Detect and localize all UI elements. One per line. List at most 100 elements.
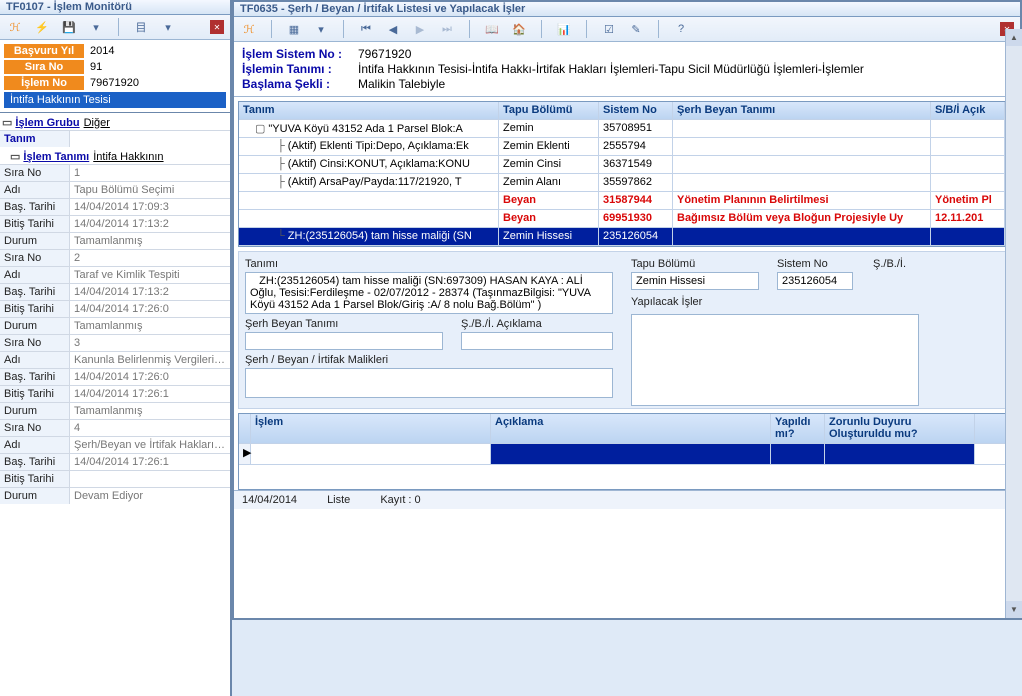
save-icon[interactable]: 💾 <box>60 18 78 36</box>
bottom-grid[interactable]: İşlem Açıklama Yapıldı mı? Zorunlu Duyur… <box>238 413 1016 490</box>
chart-icon[interactable]: 📊 <box>555 20 573 38</box>
left-field-key: Adı <box>0 352 70 368</box>
left-field-row: Sıra No3 <box>0 334 230 351</box>
left-field-row: Baş. Tarihi14/04/2014 17:26:1 <box>0 453 230 470</box>
dropdown-icon[interactable]: ▾ <box>87 18 105 36</box>
sbiac-field[interactable] <box>461 332 613 350</box>
table-row[interactable]: Beyan31587944Yönetim Planının Belirtilme… <box>239 192 1015 210</box>
left-toolbar: ℋ ⚡ 💾 ▾ ⽬ ▾ ✕ <box>0 15 230 40</box>
hdr-key-islem: İşlem No <box>4 76 84 90</box>
left-field-row: Bitiş Tarihi <box>0 470 230 487</box>
left-field-val: Taraf ve Kimlik Tespiti <box>70 267 230 283</box>
left-field-val: Devam Ediyor <box>70 488 230 504</box>
left-panel: TF0107 - İşlem Monitörü ℋ ⚡ 💾 ▾ ⽬ ▾ ✕ Ba… <box>0 0 232 696</box>
check-icon[interactable]: ☑ <box>600 20 618 38</box>
status-bar: 14/04/2014 Liste Kayıt : 0 <box>234 490 1020 509</box>
close-icon[interactable]: ✕ <box>210 20 224 34</box>
dropdown2-icon[interactable]: ▾ <box>159 18 177 36</box>
left-field-key: Adı <box>0 267 70 283</box>
left-field-val: Kanunla Belirlenmiş Vergilerin Kontrolü <box>70 352 230 368</box>
left-field-key: Baş. Tarihi <box>0 199 70 215</box>
left-field-val: Tamamlanmış <box>70 318 230 334</box>
left-field-row: Sıra No1 <box>0 164 230 181</box>
collapse-icon[interactable]: ▭ <box>10 150 20 163</box>
home-icon[interactable]: 🏠 <box>510 20 528 38</box>
left-field-row: AdıŞerh/Beyan ve İrtifak Hakları Kontrol… <box>0 436 230 453</box>
first-icon[interactable]: ⏮ <box>357 20 375 38</box>
left-field-key: Sıra No <box>0 335 70 351</box>
tree-icon[interactable]: ⽬ <box>132 18 150 36</box>
scroll-up-icon[interactable]: ▲ <box>1006 29 1022 46</box>
malikler-label: Şerh / Beyan / İrtifak Malikleri <box>245 354 615 366</box>
left-field-key: Bitiş Tarihi <box>0 471 70 487</box>
last-icon[interactable]: ⏭ <box>438 20 456 38</box>
book-icon[interactable]: 📖 <box>483 20 501 38</box>
edit-icon[interactable]: ✎ <box>627 20 645 38</box>
hdr-val-islem: 79671920 <box>84 76 226 90</box>
detail-area: Tanımı ZH:(235126054) tam hisse maliği (… <box>238 251 1016 409</box>
sbi-label: Ş./B./İ. <box>873 258 953 270</box>
tanim-label: Tanımı <box>245 258 615 270</box>
left-field-val: 3 <box>70 335 230 351</box>
left-field-val: 4 <box>70 420 230 436</box>
table-row[interactable]: ├(Aktif) Eklenti Tipi:Depo, Açıklama:EkZ… <box>239 138 1015 156</box>
left-field-key: Bitiş Tarihi <box>0 386 70 402</box>
left-field-val: 14/04/2014 17:26:0 <box>70 301 230 317</box>
yapilacak-textarea[interactable] <box>631 314 919 406</box>
thunder-icon[interactable]: ⚡ <box>33 18 51 36</box>
left-field-val: Tapu Bölümü Seçimi <box>70 182 230 198</box>
right-scrollbar[interactable]: ▲ ▼ <box>1005 29 1022 618</box>
sistemno-field[interactable] <box>777 272 853 290</box>
left-field-val: 14/04/2014 17:13:2 <box>70 284 230 300</box>
table-row[interactable]: ├(Aktif) Cinsi:KONUT, Açıklama:KONUZemin… <box>239 156 1015 174</box>
logo-icon: ℋ <box>6 18 24 36</box>
left-field-key: Durum <box>0 318 70 334</box>
left-field-val: 1 <box>70 165 230 181</box>
left-window-title: TF0107 - İşlem Monitörü <box>0 0 230 15</box>
left-field-val: Şerh/Beyan ve İrtifak Hakları Kontrolü <box>70 437 230 453</box>
table-row[interactable]: Beyan69951930Bağımsız Bölüm veya Bloğun … <box>239 210 1015 228</box>
malikler-textarea[interactable] <box>245 368 613 398</box>
status-date: 14/04/2014 <box>242 494 297 506</box>
left-header: Başvuru Yıl 2014 Sıra No 91 İşlem No 796… <box>0 40 230 113</box>
left-field-row: Baş. Tarihi14/04/2014 17:13:2 <box>0 283 230 300</box>
left-field-key: Sıra No <box>0 250 70 266</box>
table-row[interactable]: ├(Aktif) ArsaPay/Payda:117/21920, TZemin… <box>239 174 1015 192</box>
prev-icon[interactable]: ◀ <box>384 20 402 38</box>
left-field-key: Durum <box>0 488 70 504</box>
left-field-key: Durum <box>0 233 70 249</box>
left-field-val: 14/04/2014 17:26:0 <box>70 369 230 385</box>
tapu-field[interactable] <box>631 272 759 290</box>
grid-icon[interactable]: ▦ <box>285 20 303 38</box>
scroll-down-icon[interactable]: ▼ <box>1006 601 1022 618</box>
left-field-row: AdıTapu Bölümü Seçimi <box>0 181 230 198</box>
left-field-row: Baş. Tarihi14/04/2014 17:09:3 <box>0 198 230 215</box>
help-icon[interactable]: ? <box>672 20 690 38</box>
main-grid[interactable]: Tanım Tapu Bölümü Sistem No Şerh Beyan T… <box>238 101 1016 247</box>
hdr-key-basvuru: Başvuru Yıl <box>4 44 84 58</box>
table-row[interactable]: ▢"YUVA Köyü 43152 Ada 1 Parsel Blok:AZem… <box>239 120 1015 138</box>
collapse-icon[interactable]: ▭ <box>2 116 12 129</box>
islem-grubu-label: ▭ İşlem Grubu Diğer <box>0 113 230 130</box>
serh-field[interactable] <box>245 332 443 350</box>
left-field-key: Baş. Tarihi <box>0 284 70 300</box>
left-field-row: Bitiş Tarihi14/04/2014 17:26:0 <box>0 300 230 317</box>
left-field-val: Tamamlanmış <box>70 233 230 249</box>
bottom-grid-header: İşlem Açıklama Yapıldı mı? Zorunlu Duyur… <box>239 414 1015 444</box>
islem-tanimi-label: ▭ İşlem Tanımı İntifa Hakkının <box>8 147 230 164</box>
next-icon[interactable]: ▶ <box>411 20 429 38</box>
left-field-val <box>70 471 230 487</box>
sbiac-label: Ş./B./İ. Açıklama <box>461 318 615 330</box>
left-field-row: DurumTamamlanmış <box>0 232 230 249</box>
status-banner: İntifa Hakkının Tesisi <box>4 92 226 108</box>
dropdown-icon[interactable]: ▾ <box>312 20 330 38</box>
left-field-key: Baş. Tarihi <box>0 369 70 385</box>
left-field-key: Adı <box>0 437 70 453</box>
tanim-textarea[interactable]: ZH:(235126054) tam hisse maliği (SN:6973… <box>245 272 613 314</box>
left-field-key: Bitiş Tarihi <box>0 301 70 317</box>
right-window-title: TF0635 - Şerh / Beyan / İrtifak Listesi … <box>234 2 1020 17</box>
left-field-row: AdıTaraf ve Kimlik Tespiti <box>0 266 230 283</box>
left-field-row: Sıra No4 <box>0 419 230 436</box>
table-row[interactable]: └ZH:(235126054) tam hisse maliği (SNZemi… <box>239 228 1015 246</box>
left-field-key: Adı <box>0 182 70 198</box>
